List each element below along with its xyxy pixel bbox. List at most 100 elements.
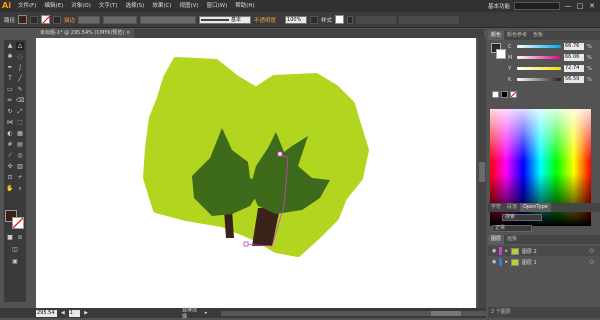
layer-row[interactable]: ◉ ▸ 图层 1 ○ xyxy=(488,257,600,267)
eyedropper-tool-icon[interactable]: ⁄ xyxy=(6,152,14,160)
stroke-style-dropdown[interactable]: 基本 xyxy=(199,15,252,24)
vertical-scrollbar[interactable] xyxy=(478,38,486,308)
black-slider[interactable] xyxy=(517,78,561,81)
color-mode-icon[interactable]: ■ xyxy=(6,234,14,242)
screen-mode-icon[interactable]: ▣ xyxy=(11,258,19,266)
menu-object[interactable]: 对象(O) xyxy=(67,0,95,12)
white-swatch[interactable] xyxy=(492,91,499,98)
scale-tool-icon[interactable]: ⤢ xyxy=(16,108,24,116)
opacity-field[interactable]: 100% xyxy=(285,15,308,24)
horizontal-scrollbar[interactable] xyxy=(221,310,486,316)
graph-tool-icon[interactable]: ▥ xyxy=(16,163,24,171)
artboard-canvas[interactable] xyxy=(36,38,476,308)
selection-tool-icon[interactable]: ▲ xyxy=(6,42,14,50)
target-circle-icon[interactable]: ○ xyxy=(590,259,594,265)
type-tool-icon[interactable]: T xyxy=(6,75,14,83)
graphic-style-dropdown[interactable] xyxy=(347,15,354,24)
symbol-sprayer-tool-icon[interactable]: ✣ xyxy=(6,163,14,171)
pencil-tool-icon[interactable]: ✏ xyxy=(6,97,14,105)
yellow-slider[interactable] xyxy=(517,67,561,70)
menu-window[interactable]: 窗口(W) xyxy=(203,0,232,12)
draw-mode-icon[interactable]: ◫ xyxy=(11,246,19,254)
black-value-field[interactable]: 56.59 xyxy=(564,76,584,83)
direct-selection-tool-icon[interactable]: △ xyxy=(16,42,24,50)
tab-layers[interactable]: 图层 xyxy=(488,235,505,244)
magic-wand-tool-icon[interactable]: ✱ xyxy=(6,53,14,61)
blend-tool-icon[interactable]: ◎ xyxy=(16,152,24,160)
visibility-eye-icon[interactable]: ◉ xyxy=(492,248,496,254)
fill-swatch[interactable] xyxy=(18,15,28,24)
menu-effect[interactable]: 效果(C) xyxy=(148,0,175,12)
menu-select[interactable]: 选择(S) xyxy=(122,0,149,12)
fill-dropdown[interactable] xyxy=(30,15,39,24)
artboard-tool-icon[interactable]: ⊡ xyxy=(6,174,14,182)
black-swatch[interactable] xyxy=(501,91,508,98)
expand-arrow-icon[interactable]: ▸ xyxy=(505,259,508,265)
blend-mode-dropdown[interactable]: 正常 xyxy=(492,225,532,232)
zoom-field[interactable]: 295.54 xyxy=(36,309,57,317)
search-input[interactable] xyxy=(514,2,560,10)
rotate-tool-icon[interactable]: ↻ xyxy=(6,108,14,116)
brush-dropdown[interactable] xyxy=(140,15,197,24)
tab-close-icon[interactable]: × xyxy=(126,30,130,36)
document-tab[interactable]: 未标题-1* @ 295.54% (CMYK/预览) × xyxy=(36,29,135,38)
search-field[interactable]: 搜索 xyxy=(502,214,542,221)
mesh-tool-icon[interactable]: # xyxy=(6,141,14,149)
layer-name[interactable]: 图层 1 xyxy=(522,259,537,266)
gradient-tool-icon[interactable]: ▤ xyxy=(16,141,24,149)
stroke-dropdown[interactable] xyxy=(53,15,62,24)
curvature-tool-icon[interactable]: ∫ xyxy=(16,64,24,72)
menu-file[interactable]: 文件(F) xyxy=(14,0,40,12)
workspace-switcher[interactable]: 基本功能 xyxy=(488,2,510,10)
pen-tool-icon[interactable]: ✒ xyxy=(6,64,14,72)
opacity-label[interactable]: 不透明度 xyxy=(254,16,276,24)
menu-type[interactable]: 文字(T) xyxy=(95,0,122,12)
target-circle-icon[interactable]: ○ xyxy=(590,248,594,254)
stroke-color-box[interactable] xyxy=(12,217,24,229)
opacity-dropdown[interactable] xyxy=(310,15,319,24)
expand-arrow-icon[interactable]: ▸ xyxy=(505,248,508,254)
eraser-tool-icon[interactable]: ⌫ xyxy=(16,97,24,105)
tab-swatches[interactable]: 色板 xyxy=(530,31,546,40)
layer-row[interactable]: ◉ ▸ 图层 2 ○ xyxy=(488,246,600,256)
magenta-value-field[interactable]: 66.06 xyxy=(564,54,584,61)
tab-color-guide[interactable]: 颜色参考 xyxy=(504,31,530,40)
tab-artboards[interactable]: 画板 xyxy=(504,235,520,244)
yellow-value-field[interactable]: 72.74 xyxy=(564,65,584,72)
prev-artboard-icon[interactable]: ◀ xyxy=(61,310,65,316)
rectangle-tool-icon[interactable]: ▭ xyxy=(6,86,14,94)
horizontal-scroll-thumb[interactable] xyxy=(431,310,462,316)
align-controls[interactable] xyxy=(356,15,397,24)
tab-paragraph[interactable]: 段落 xyxy=(504,203,520,212)
menu-help[interactable]: 帮助(H) xyxy=(231,0,258,12)
perspective-grid-tool-icon[interactable]: ▦ xyxy=(16,130,24,138)
graphic-style-swatch[interactable] xyxy=(335,15,345,24)
variable-width-dropdown[interactable] xyxy=(103,15,138,24)
magenta-slider[interactable] xyxy=(517,56,561,59)
cyan-value-field[interactable]: 66.76 xyxy=(564,43,584,50)
close-button[interactable]: ✕ xyxy=(588,2,596,10)
artboard-number-field[interactable]: 1 xyxy=(68,309,81,317)
slice-tool-icon[interactable]: ⌿ xyxy=(16,174,24,182)
next-artboard-icon[interactable]: ▶ xyxy=(84,310,88,316)
panel-stroke-swatch[interactable] xyxy=(496,49,506,59)
stroke-label[interactable]: 描边 xyxy=(64,16,75,24)
none-mode-icon[interactable]: ⊘ xyxy=(16,234,24,242)
status-menu-icon[interactable]: ▸ xyxy=(205,310,208,316)
tab-character[interactable]: 字符 xyxy=(488,203,504,212)
zoom-tool-icon[interactable]: ⌕ xyxy=(16,185,24,193)
hand-tool-icon[interactable]: ✋ xyxy=(6,185,14,193)
cyan-slider[interactable] xyxy=(517,45,561,48)
transform-controls[interactable] xyxy=(399,15,460,24)
menu-edit[interactable]: 编辑(E) xyxy=(40,0,67,12)
stroke-swatch[interactable] xyxy=(41,15,51,24)
free-transform-tool-icon[interactable]: ⬚ xyxy=(16,119,24,127)
layer-name[interactable]: 图层 2 xyxy=(522,248,537,255)
minimize-button[interactable]: — xyxy=(564,2,572,10)
lasso-tool-icon[interactable]: ◌ xyxy=(16,53,24,61)
shape-builder-tool-icon[interactable]: ◐ xyxy=(6,130,14,138)
none-swatch[interactable] xyxy=(510,91,517,98)
vertical-scroll-thumb[interactable] xyxy=(479,162,485,182)
visibility-eye-icon[interactable]: ◉ xyxy=(492,259,496,265)
menu-view[interactable]: 视图(V) xyxy=(175,0,202,12)
